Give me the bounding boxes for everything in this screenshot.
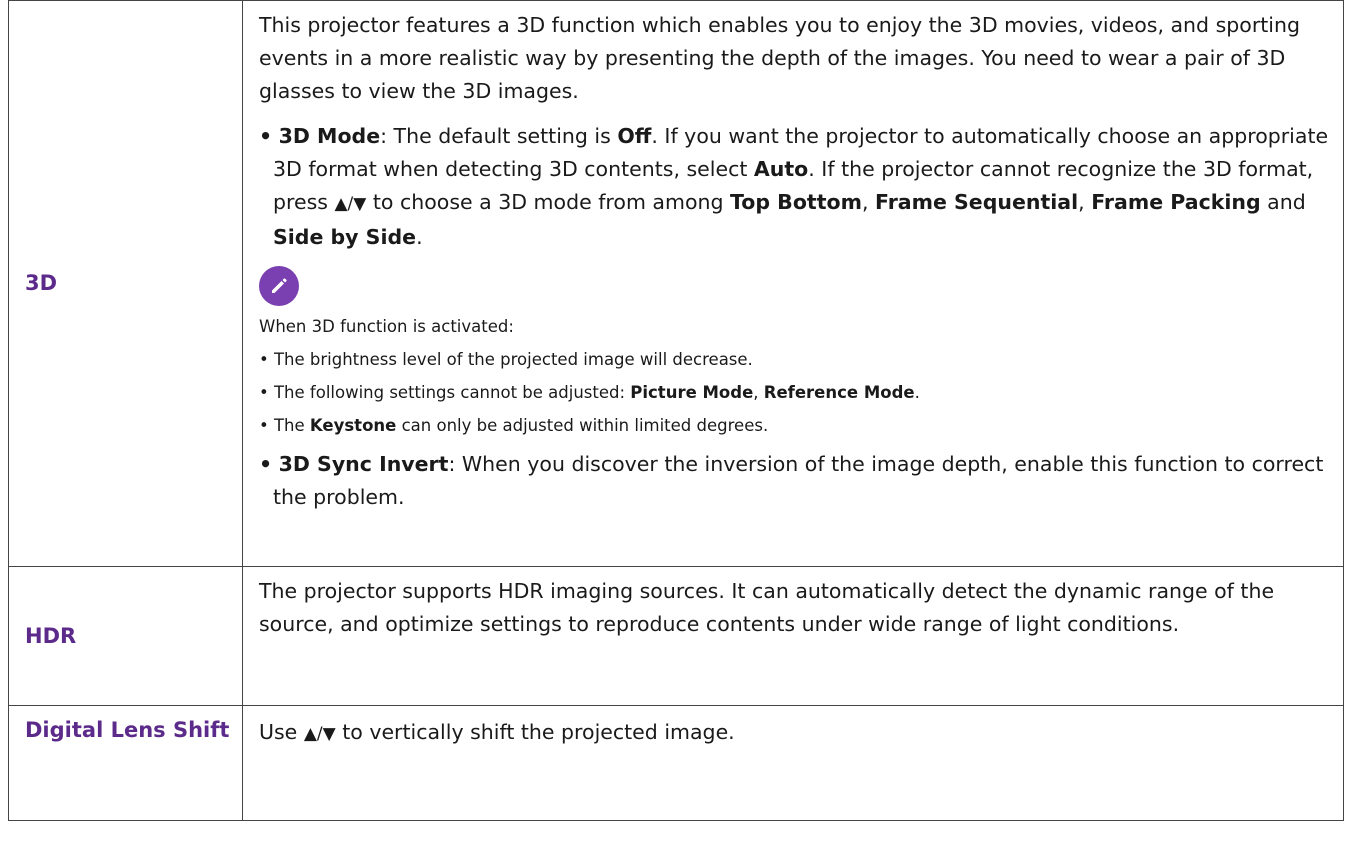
text: can only be adjusted within limited degr…: [396, 416, 769, 435]
pencil-icon-graphic: [272, 278, 287, 293]
bullet: •: [259, 124, 273, 148]
label-cell: 3D: [8, 0, 243, 567]
picture-mode-term: Picture Mode: [630, 383, 754, 402]
reference-mode-term: Reference Mode: [763, 383, 915, 402]
text: to vertically shift the projected image.: [335, 720, 735, 744]
mode-option: Top Bottom: [730, 190, 862, 214]
setting-label-hdr: HDR: [25, 623, 77, 648]
text: Use: [259, 720, 304, 744]
setting-label-digital-lens-shift: Digital Lens Shift: [25, 718, 230, 742]
mode-option: Side by Side: [273, 225, 417, 249]
label-cell: HDR: [8, 566, 243, 706]
description-cell: This projector features a 3D function wh…: [242, 0, 1344, 567]
up-down-arrows-icon: ▲/▼: [303, 724, 336, 744]
text: .: [914, 383, 920, 402]
settings-table: 3D This projector features a 3D function…: [8, 0, 1344, 821]
bullet: •: [259, 452, 273, 476]
note-heading: When 3D function is activated:: [259, 317, 514, 336]
text: .: [416, 225, 423, 249]
auto-value: Auto: [753, 157, 809, 181]
note-item: • The Keystone can only be adjusted with…: [259, 415, 1329, 437]
table-row: HDR The projector supports HDR imaging s…: [8, 566, 1344, 706]
table-row: Digital Lens Shift Use ▲/▼ to vertically…: [8, 705, 1344, 821]
setting-label-3d: 3D: [25, 271, 58, 295]
3d-mode-title: 3D Mode: [278, 124, 381, 148]
note-block: When 3D function is activated: • The bri…: [259, 266, 1329, 437]
text: • The: [259, 416, 310, 435]
text: ,: [753, 383, 764, 402]
pencil-icon: [259, 266, 299, 306]
mode-option: Frame Packing: [1091, 190, 1261, 214]
table-row: 3D This projector features a 3D function…: [8, 0, 1344, 567]
note-item: • The following settings cannot be adjus…: [259, 382, 1329, 404]
off-value: Off: [617, 124, 652, 148]
3d-mode-item: • 3D Mode: The default setting is Off. I…: [259, 120, 1329, 254]
mode-option: Frame Sequential: [875, 190, 1079, 214]
3d-sync-invert-item: • 3D Sync Invert: When you discover the …: [259, 448, 1329, 514]
text: ,: [861, 190, 875, 214]
lens-shift-description: Use ▲/▼ to vertically shift the projecte…: [259, 716, 1329, 751]
description-cell: Use ▲/▼ to vertically shift the projecte…: [242, 705, 1344, 821]
text: : The default setting is: [380, 124, 618, 148]
label-cell: Digital Lens Shift: [8, 705, 243, 821]
intro-paragraph: This projector features a 3D function wh…: [259, 13, 1300, 103]
3d-sync-invert-title: 3D Sync Invert: [278, 452, 449, 476]
up-down-arrows-icon: ▲/▼: [334, 194, 367, 214]
text: to choose a 3D mode from among: [366, 190, 731, 214]
hdr-description: The projector supports HDR imaging sourc…: [259, 579, 1275, 636]
text: • The following settings cannot be adjus…: [259, 383, 631, 402]
description-cell: The projector supports HDR imaging sourc…: [242, 566, 1344, 706]
text: and: [1260, 190, 1306, 214]
keystone-term: Keystone: [309, 416, 397, 435]
note-item: • The brightness level of the projected …: [259, 350, 753, 369]
text: ,: [1078, 190, 1092, 214]
